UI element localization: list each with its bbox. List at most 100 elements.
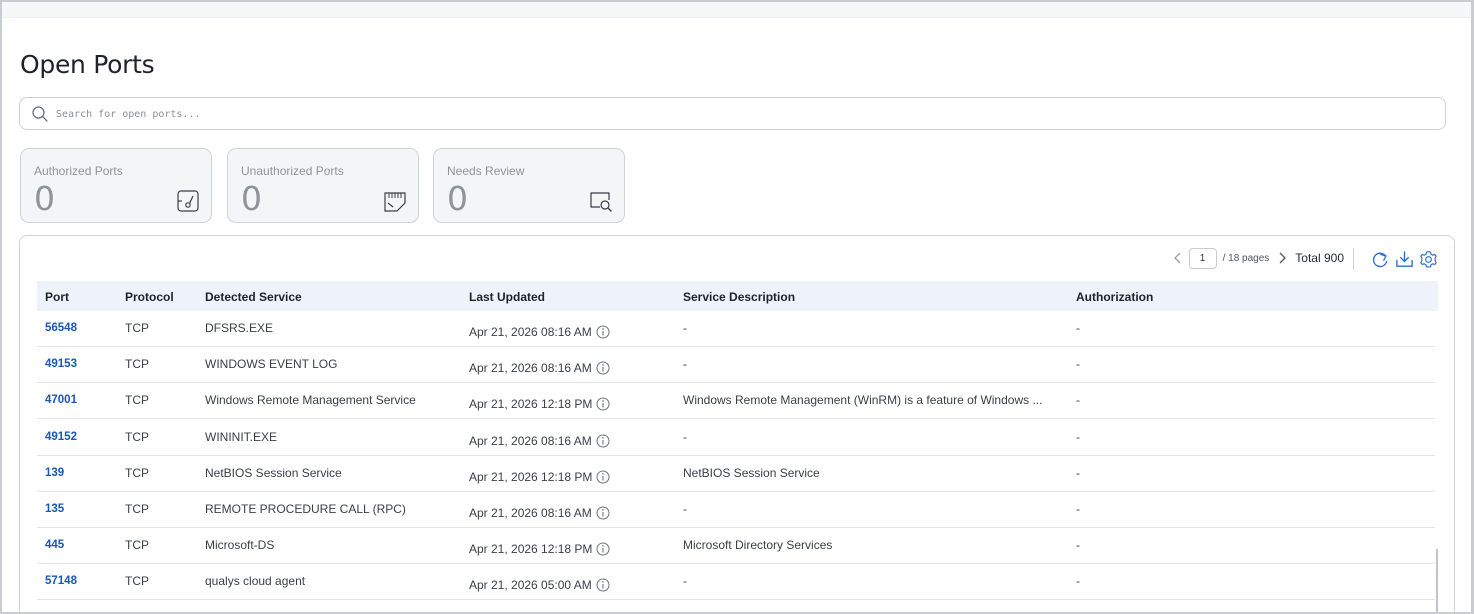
port-link[interactable]: 135 — [45, 503, 64, 515]
unauthorized-port-icon — [384, 192, 406, 212]
authorized-port-icon — [177, 190, 199, 212]
total-count: Total 900 — [1295, 251, 1344, 265]
authorized-ports-card[interactable]: Authorized Ports 0 — [20, 148, 212, 223]
table-row[interactable]: 47001 TCP Windows Remote Management Servic… — [37, 383, 1435, 420]
column-header-authorization[interactable]: Authorization — [1076, 290, 1153, 304]
protocol-cell: TCP — [125, 321, 149, 335]
column-header-service-description[interactable]: Service Description — [683, 290, 795, 304]
port-link[interactable]: 57148 — [45, 575, 77, 587]
chevron-left-icon[interactable] — [1171, 251, 1185, 265]
authorization-cell: - — [1076, 321, 1080, 335]
needs-review-card[interactable]: Needs Review 0 — [433, 148, 625, 223]
last-updated-text: Apr 21, 2026 12:18 PM — [469, 542, 593, 557]
last-updated-cell: Apr 21, 2026 08:16 AM — [469, 361, 610, 375]
info-icon[interactable] — [596, 470, 610, 484]
service-cell: Microsoft-DS — [205, 538, 275, 553]
column-header-detected-service[interactable]: Detected Service — [205, 290, 302, 304]
authorization-cell: - — [1076, 465, 1080, 480]
search-input[interactable] — [56, 103, 1426, 125]
service-cell: Windows Remote Management Service — [205, 393, 416, 408]
table-row[interactable]: 49152 TCP WININIT.EXE Apr 21, 2026 08:16 AM… — [37, 420, 1435, 456]
pagination: 1 / 18 pages Total 900 — [1171, 247, 1344, 269]
card-value: 0 — [447, 179, 468, 218]
last-updated-cell: Apr 21, 2026 05:00 AM — [469, 578, 610, 592]
info-icon[interactable] — [596, 434, 610, 448]
protocol-cell: TCP — [125, 357, 149, 372]
chevron-right-icon[interactable] — [1275, 251, 1289, 265]
last-updated-cell: Apr 21, 2026 12:18 PM — [469, 542, 610, 556]
app-window: Open Ports Authorized Ports 0 Unauthoriz… — [0, 0, 1474, 614]
unauthorized-ports-card[interactable]: Unauthorized Ports 0 — [227, 148, 419, 223]
description-cell: - — [683, 574, 687, 589]
card-label: Unauthorized Ports — [241, 164, 344, 178]
table-header: Port Protocol Detected Service Last Upda… — [37, 281, 1438, 311]
service-cell: WINDOWS EVENT LOG — [205, 357, 338, 372]
table-toolbar — [1353, 247, 1438, 271]
service-cell: DFSRS.EXE — [205, 321, 274, 335]
port-link[interactable]: 49153 — [45, 358, 77, 370]
last-updated-text: Apr 21, 2026 12:18 PM — [469, 469, 593, 484]
last-updated-cell: Apr 21, 2026 08:16 AM — [469, 434, 610, 448]
authorization-cell: - — [1076, 538, 1080, 553]
port-link[interactable]: 139 — [45, 467, 64, 479]
page-count: / 18 pages — [1222, 252, 1270, 264]
last-updated-cell: Apr 21, 2026 12:18 PM — [469, 397, 610, 411]
search-bar[interactable] — [19, 97, 1446, 130]
description-cell: Microsoft Directory Services — [683, 538, 833, 553]
port-link[interactable]: 56548 — [45, 322, 77, 334]
page-number-input[interactable]: 1 — [1188, 247, 1217, 269]
protocol-cell: TCP — [125, 574, 149, 589]
protocol-cell: TCP — [125, 393, 149, 408]
authorization-cell: - — [1076, 357, 1080, 372]
column-header-last-updated[interactable]: Last Updated — [469, 290, 545, 304]
protocol-cell: TCP — [125, 465, 149, 480]
table-row[interactable]: 56548 TCP DFSRS.EXE Apr 21, 2026 08:16 AM - - — [37, 311, 1435, 347]
authorization-cell: - — [1076, 429, 1080, 444]
description-cell: Windows Remote Management (WinRM) is a f… — [683, 393, 1043, 408]
port-link[interactable]: 47001 — [45, 394, 77, 406]
card-value: 0 — [241, 179, 262, 218]
info-icon[interactable] — [596, 542, 610, 556]
authorization-cell: - — [1076, 393, 1080, 408]
description-cell: NetBIOS Session Service — [683, 465, 820, 480]
info-icon[interactable] — [596, 361, 610, 375]
table-row[interactable]: 57148 TCP qualys cloud agent Apr 21, 2026 0… — [37, 564, 1435, 601]
protocol-cell: TCP — [125, 429, 149, 444]
table-row[interactable]: 139 TCP NetBIOS Session Service Apr 21, 202… — [37, 456, 1435, 492]
column-header-protocol[interactable]: Protocol — [125, 290, 174, 304]
info-icon[interactable] — [596, 325, 610, 339]
toolbar-divider — [1353, 248, 1354, 270]
last-updated-text: Apr 21, 2026 12:18 PM — [469, 397, 593, 412]
table-row[interactable]: 445 TCP Microsoft-DS Apr 21, 2026 12:18 PM M… — [37, 528, 1435, 565]
service-cell: NetBIOS Session Service — [205, 465, 342, 480]
table-row[interactable]: 135 TCP REMOTE PROCEDURE CALL (RPC) Apr 21,… — [37, 492, 1435, 528]
search-icon — [32, 106, 48, 122]
last-updated-cell: Apr 21, 2026 12:18 PM — [469, 470, 610, 484]
page-title: Open Ports — [20, 50, 155, 79]
top-strip — [2, 2, 1471, 18]
download-icon[interactable] — [1395, 250, 1414, 269]
description-cell: - — [683, 502, 687, 516]
column-header-port[interactable]: Port — [45, 290, 69, 304]
table-row[interactable]: 49153 TCP WINDOWS EVENT LOG Apr 21, 2026 08… — [37, 347, 1435, 384]
card-label: Needs Review — [447, 164, 525, 178]
info-icon[interactable] — [596, 506, 610, 520]
last-updated-text: Apr 21, 2026 08:16 AM — [469, 361, 592, 376]
description-cell: - — [683, 321, 687, 335]
scrollbar-thumb[interactable] — [1436, 549, 1438, 612]
card-label: Authorized Ports — [34, 164, 123, 178]
info-icon[interactable] — [596, 397, 610, 411]
service-cell: REMOTE PROCEDURE CALL (RPC) — [205, 502, 406, 516]
protocol-cell: TCP — [125, 502, 149, 516]
info-icon[interactable] — [596, 578, 610, 592]
review-icon — [590, 192, 612, 212]
ports-table-panel: 1 / 18 pages Total 900 Port Protocol Det… — [19, 235, 1455, 612]
service-cell: qualys cloud agent — [205, 574, 306, 589]
refresh-icon[interactable] — [1371, 250, 1390, 269]
settings-icon[interactable] — [1419, 250, 1438, 269]
protocol-cell: TCP — [125, 538, 149, 553]
last-updated-text: Apr 21, 2026 08:16 AM — [469, 433, 592, 448]
description-cell: - — [683, 429, 687, 444]
port-link[interactable]: 49152 — [45, 431, 77, 443]
port-link[interactable]: 445 — [45, 539, 64, 551]
